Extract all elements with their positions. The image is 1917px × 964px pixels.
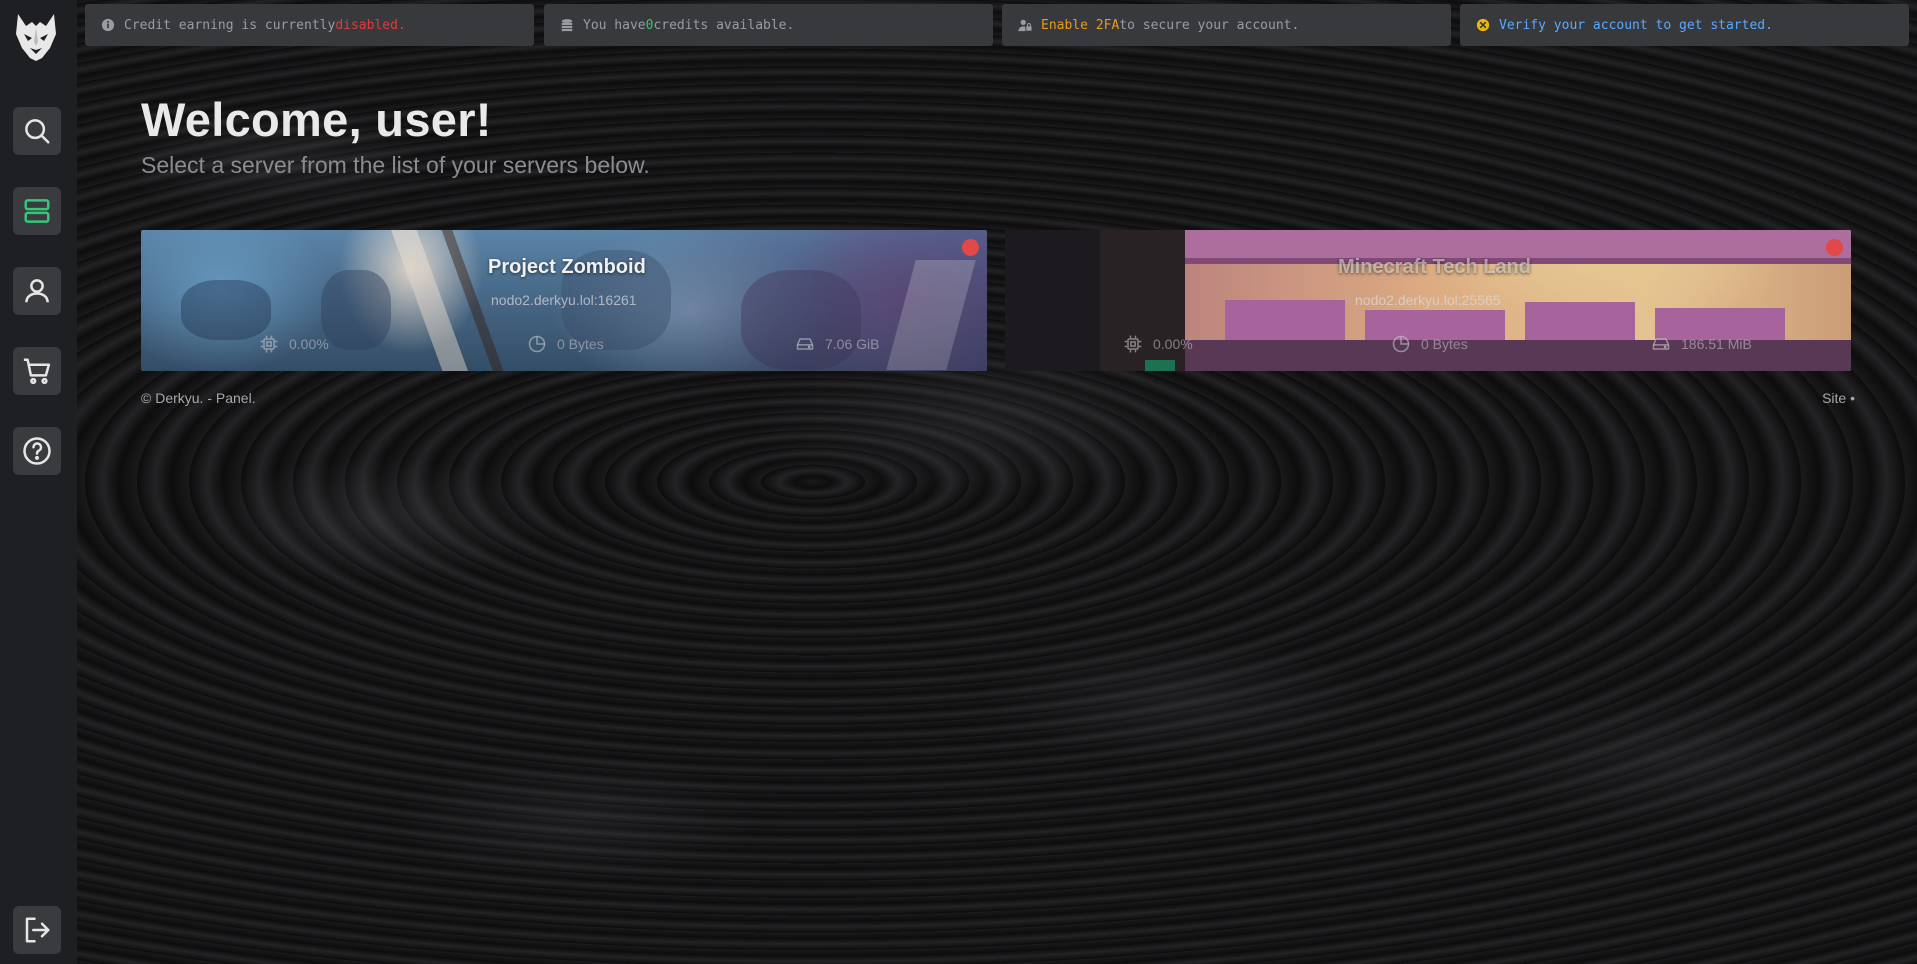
help-icon — [23, 437, 51, 465]
user-icon — [25, 279, 49, 303]
status-indicator-offline — [962, 239, 979, 256]
memory-usage: 0 Bytes — [527, 334, 604, 354]
disk-usage: 186.51 MiB — [1651, 334, 1752, 354]
sidebar-item-store[interactable] — [13, 347, 61, 395]
alert-highlight: 0 — [645, 17, 654, 33]
status-indicator-offline — [1826, 239, 1843, 256]
wolf-logo-icon[interactable] — [14, 12, 58, 62]
sidebar-item-account[interactable] — [13, 267, 61, 315]
memory-pie-icon — [528, 335, 546, 353]
memory-usage: 0 Bytes — [1391, 334, 1468, 354]
sidebar — [0, 0, 77, 964]
credit-earning-alert: Credit earning is currently disabled. — [85, 4, 534, 46]
alert-text: Credit earning is currently — [124, 17, 336, 33]
page-title: Welcome, user! — [141, 93, 492, 146]
server-card-minecraft-tech-land[interactable]: Minecraft Tech Land nodo2.derkyu.lol:255… — [1005, 230, 1851, 371]
server-card-project-zomboid[interactable]: Project Zomboid nodo2.derkyu.lol:16261 0… — [141, 230, 987, 371]
alert-highlight: disabled. — [335, 17, 406, 33]
server-address[interactable]: nodo2.derkyu.lol:16261 — [491, 292, 637, 308]
sidebar-item-help[interactable] — [13, 427, 61, 475]
sidebar-item-search[interactable] — [13, 107, 61, 155]
footer-copyright: © Derkyu. - Panel. — [141, 390, 256, 406]
disk-usage: 7.06 GiB — [795, 334, 879, 354]
alert-text: You have — [583, 17, 646, 33]
logout-icon — [25, 917, 50, 943]
x-circle-icon — [1476, 18, 1490, 32]
sidebar-item-logout[interactable] — [13, 906, 61, 954]
servers-icon — [24, 199, 50, 223]
credits-alert: You have 0 credits available. — [544, 4, 993, 46]
cpu-usage: 0.00% — [1123, 334, 1193, 354]
server-name: Minecraft Tech Land — [1338, 256, 1531, 278]
server-name: Project Zomboid — [488, 256, 646, 278]
footer-site-link[interactable]: Site • — [1822, 390, 1855, 406]
coins-icon — [560, 18, 574, 32]
alert-text-suffix: to secure your account. — [1119, 17, 1300, 33]
twofa-alert[interactable]: Enable 2FA to secure your account. — [1002, 4, 1451, 46]
memory-value: 0 Bytes — [557, 336, 604, 352]
memory-pie-icon — [1392, 335, 1410, 353]
server-address[interactable]: nodo2.derkyu.lol:25565 — [1355, 292, 1501, 308]
disk-value: 7.06 GiB — [825, 336, 880, 352]
cpu-value: 0.00% — [1153, 336, 1193, 352]
info-circle-icon — [101, 18, 115, 32]
hard-drive-icon — [1652, 338, 1670, 350]
user-lock-icon — [1018, 18, 1032, 32]
search-icon — [25, 119, 50, 144]
cart-icon — [23, 358, 51, 385]
cpu-value: 0.00% — [289, 336, 329, 352]
disk-value: 186.51 MiB — [1681, 336, 1752, 352]
sidebar-item-servers[interactable] — [13, 187, 61, 235]
page-subtitle: Select a server from the list of your se… — [141, 152, 650, 178]
memory-value: 0 Bytes — [1421, 336, 1468, 352]
cpu-usage: 0.00% — [259, 334, 329, 354]
cpu-icon — [1124, 335, 1142, 353]
verify-account-alert[interactable]: Verify your account to get started. — [1460, 4, 1909, 46]
alert-highlight[interactable]: Enable 2FA — [1041, 18, 1119, 33]
hard-drive-icon — [796, 338, 814, 350]
cpu-icon — [260, 335, 278, 353]
alert-highlight[interactable]: Verify your account to get started. — [1499, 18, 1773, 33]
alert-text-suffix: credits available. — [653, 17, 795, 33]
